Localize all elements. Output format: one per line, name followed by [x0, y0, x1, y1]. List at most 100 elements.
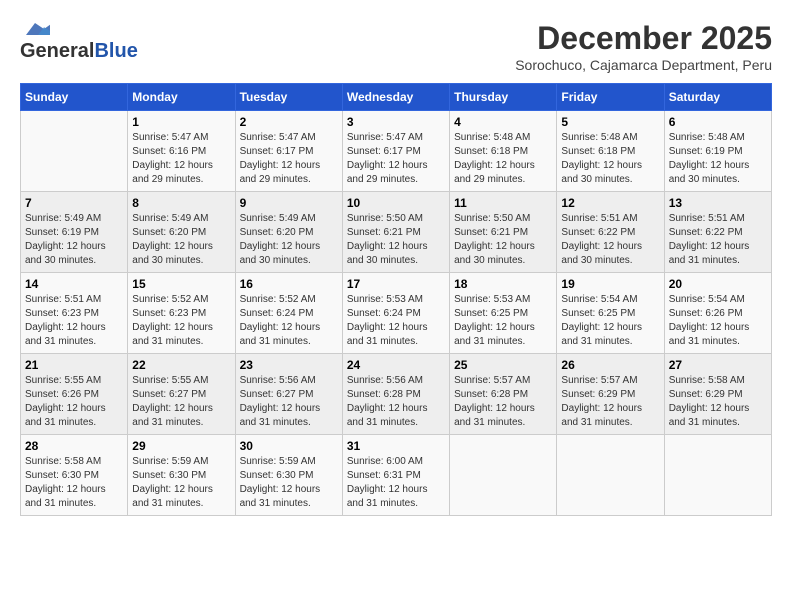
- day-cell: [21, 111, 128, 192]
- day-number: 3: [347, 115, 445, 129]
- day-number: 11: [454, 196, 552, 210]
- day-number: 15: [132, 277, 230, 291]
- day-cell: 10Sunrise: 5:50 AMSunset: 6:21 PMDayligh…: [342, 192, 449, 273]
- day-number: 6: [669, 115, 767, 129]
- month-title: December 2025: [515, 20, 772, 57]
- header-tuesday: Tuesday: [235, 84, 342, 111]
- week-row-5: 28 Sunrise: 5:58 AMSunset: 6:30 PMDayligh…: [21, 435, 772, 516]
- day-number: 7: [25, 196, 123, 210]
- day-number: 23: [240, 358, 338, 372]
- day-cell: 15Sunrise: 5:52 AMSunset: 6:23 PMDayligh…: [128, 273, 235, 354]
- day-info: Sunrise: 5:48 AMSunset: 6:19 PMDaylight:…: [669, 131, 767, 187]
- day-info: Sunrise: 5:52 AMSunset: 6:24 PMDaylight:…: [240, 293, 338, 349]
- day-cell: 4 Sunrise: 5:48 AMSunset: 6:18 PMDaylight…: [450, 111, 557, 192]
- day-info: Sunrise: 5:51 AMSunset: 6:22 PMDaylight:…: [561, 212, 659, 268]
- day-number: 16: [240, 277, 338, 291]
- day-number: 12: [561, 196, 659, 210]
- day-number: 24: [347, 358, 445, 372]
- logo-general: General: [20, 40, 94, 62]
- day-number: 8: [132, 196, 230, 210]
- day-cell: 14Sunrise: 5:51 AMSunset: 6:23 PMDayligh…: [21, 273, 128, 354]
- week-row-3: 14Sunrise: 5:51 AMSunset: 6:23 PMDayligh…: [21, 273, 772, 354]
- day-cell: 9Sunrise: 5:49 AMSunset: 6:20 PMDaylight…: [235, 192, 342, 273]
- day-cell: 30 Sunrise: 5:59 AMSunset: 6:30 PMDayligh…: [235, 435, 342, 516]
- day-number: 4: [454, 115, 552, 129]
- day-info: Sunrise: 5:58 AMSunset: 6:29 PMDaylight:…: [669, 374, 767, 430]
- day-number: 19: [561, 277, 659, 291]
- day-number: 9: [240, 196, 338, 210]
- header: GeneralBlue December 2025 Sorochuco, Caj…: [20, 20, 772, 73]
- day-number: 26: [561, 358, 659, 372]
- day-cell: 28 Sunrise: 5:58 AMSunset: 6:30 PMDayligh…: [21, 435, 128, 516]
- day-info: Sunrise: 5:51 AMSunset: 6:22 PMDaylight:…: [669, 212, 767, 268]
- header-saturday: Saturday: [664, 84, 771, 111]
- day-cell: [557, 435, 664, 516]
- logo-icon: [20, 20, 50, 38]
- day-number: 13: [669, 196, 767, 210]
- day-number: 29: [132, 439, 230, 453]
- day-info: Sunrise: 5:48 AMSunset: 6:18 PMDaylight:…: [454, 131, 552, 187]
- day-number: 17: [347, 277, 445, 291]
- day-cell: 6 Sunrise: 5:48 AMSunset: 6:19 PMDaylight…: [664, 111, 771, 192]
- day-cell: 24 Sunrise: 5:56 AMSunset: 6:28 PMDayligh…: [342, 354, 449, 435]
- header-wednesday: Wednesday: [342, 84, 449, 111]
- day-info: Sunrise: 6:00 AMSunset: 6:31 PMDaylight:…: [347, 455, 445, 511]
- day-info: Sunrise: 5:56 AMSunset: 6:28 PMDaylight:…: [347, 374, 445, 430]
- day-info: Sunrise: 5:50 AMSunset: 6:21 PMDaylight:…: [347, 212, 445, 268]
- day-info: Sunrise: 5:56 AMSunset: 6:27 PMDaylight:…: [240, 374, 338, 430]
- day-info: Sunrise: 5:49 AMSunset: 6:20 PMDaylight:…: [132, 212, 230, 268]
- day-cell: 23 Sunrise: 5:56 AMSunset: 6:27 PMDayligh…: [235, 354, 342, 435]
- day-info: Sunrise: 5:59 AMSunset: 6:30 PMDaylight:…: [240, 455, 338, 511]
- header-thursday: Thursday: [450, 84, 557, 111]
- day-cell: 11 Sunrise: 5:50 AMSunset: 6:21 PMDayligh…: [450, 192, 557, 273]
- week-row-4: 21 Sunrise: 5:55 AMSunset: 6:26 PMDayligh…: [21, 354, 772, 435]
- day-cell: 29 Sunrise: 5:59 AMSunset: 6:30 PMDayligh…: [128, 435, 235, 516]
- day-info: Sunrise: 5:55 AMSunset: 6:26 PMDaylight:…: [25, 374, 123, 430]
- week-row-1: 1 Sunrise: 5:47 AMSunset: 6:16 PMDaylight…: [21, 111, 772, 192]
- calendar-table: SundayMondayTuesdayWednesdayThursdayFrid…: [20, 83, 772, 516]
- day-info: Sunrise: 5:53 AMSunset: 6:24 PMDaylight:…: [347, 293, 445, 349]
- logo-text: GeneralBlue: [20, 40, 138, 62]
- day-number: 30: [240, 439, 338, 453]
- day-info: Sunrise: 5:47 AMSunset: 6:17 PMDaylight:…: [347, 131, 445, 187]
- day-cell: 31 Sunrise: 6:00 AMSunset: 6:31 PMDayligh…: [342, 435, 449, 516]
- day-cell: 2Sunrise: 5:47 AMSunset: 6:17 PMDaylight…: [235, 111, 342, 192]
- day-cell: 27Sunrise: 5:58 AMSunset: 6:29 PMDayligh…: [664, 354, 771, 435]
- logo-blue: Blue: [94, 40, 137, 62]
- day-cell: [664, 435, 771, 516]
- header-monday: Monday: [128, 84, 235, 111]
- day-cell: 26 Sunrise: 5:57 AMSunset: 6:29 PMDayligh…: [557, 354, 664, 435]
- day-cell: 16 Sunrise: 5:52 AMSunset: 6:24 PMDayligh…: [235, 273, 342, 354]
- day-info: Sunrise: 5:50 AMSunset: 6:21 PMDaylight:…: [454, 212, 552, 268]
- day-number: 28: [25, 439, 123, 453]
- day-info: Sunrise: 5:59 AMSunset: 6:30 PMDaylight:…: [132, 455, 230, 511]
- day-number: 25: [454, 358, 552, 372]
- week-row-2: 7Sunrise: 5:49 AMSunset: 6:19 PMDaylight…: [21, 192, 772, 273]
- day-info: Sunrise: 5:54 AMSunset: 6:25 PMDaylight:…: [561, 293, 659, 349]
- day-cell: 5Sunrise: 5:48 AMSunset: 6:18 PMDaylight…: [557, 111, 664, 192]
- days-header-row: SundayMondayTuesdayWednesdayThursdayFrid…: [21, 84, 772, 111]
- day-info: Sunrise: 5:57 AMSunset: 6:29 PMDaylight:…: [561, 374, 659, 430]
- day-number: 1: [132, 115, 230, 129]
- day-info: Sunrise: 5:47 AMSunset: 6:16 PMDaylight:…: [132, 131, 230, 187]
- day-cell: 19 Sunrise: 5:54 AMSunset: 6:25 PMDayligh…: [557, 273, 664, 354]
- day-number: 2: [240, 115, 338, 129]
- day-cell: 17 Sunrise: 5:53 AMSunset: 6:24 PMDayligh…: [342, 273, 449, 354]
- day-info: Sunrise: 5:58 AMSunset: 6:30 PMDaylight:…: [25, 455, 123, 511]
- day-cell: 8 Sunrise: 5:49 AMSunset: 6:20 PMDaylight…: [128, 192, 235, 273]
- day-cell: 20Sunrise: 5:54 AMSunset: 6:26 PMDayligh…: [664, 273, 771, 354]
- day-number: 18: [454, 277, 552, 291]
- header-sunday: Sunday: [21, 84, 128, 111]
- day-cell: 18Sunrise: 5:53 AMSunset: 6:25 PMDayligh…: [450, 273, 557, 354]
- day-number: 31: [347, 439, 445, 453]
- day-number: 22: [132, 358, 230, 372]
- day-cell: 3 Sunrise: 5:47 AMSunset: 6:17 PMDaylight…: [342, 111, 449, 192]
- title-area: December 2025 Sorochuco, Cajamarca Depar…: [515, 20, 772, 73]
- day-info: Sunrise: 5:48 AMSunset: 6:18 PMDaylight:…: [561, 131, 659, 187]
- day-info: Sunrise: 5:55 AMSunset: 6:27 PMDaylight:…: [132, 374, 230, 430]
- day-cell: 12 Sunrise: 5:51 AMSunset: 6:22 PMDayligh…: [557, 192, 664, 273]
- day-cell: 7Sunrise: 5:49 AMSunset: 6:19 PMDaylight…: [21, 192, 128, 273]
- day-number: 21: [25, 358, 123, 372]
- day-info: Sunrise: 5:54 AMSunset: 6:26 PMDaylight:…: [669, 293, 767, 349]
- day-number: 14: [25, 277, 123, 291]
